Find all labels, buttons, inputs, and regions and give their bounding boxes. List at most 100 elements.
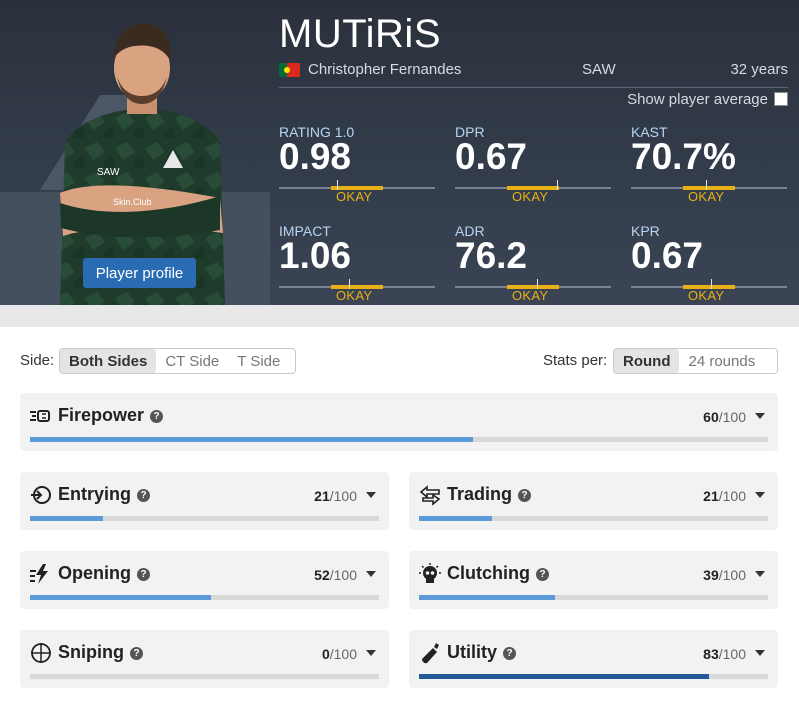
show-average-checkbox[interactable] [774, 92, 788, 106]
score-value: 21 [314, 488, 330, 504]
player-nickname: MUTiRiS [279, 12, 441, 56]
category-score: 52/100 [314, 567, 357, 583]
chevron-down-icon[interactable] [755, 571, 765, 577]
stat-value: 1.06 [279, 235, 352, 276]
help-icon[interactable]: ? [137, 489, 151, 502]
category-name: Trading [447, 484, 513, 504]
category-bar-fill [30, 516, 104, 521]
player-profile-button[interactable]: Player profile [83, 258, 196, 288]
header-divider [279, 87, 788, 88]
per-option-round[interactable]: Round [614, 349, 680, 373]
player-real-name: Christopher Fernandes [308, 61, 462, 78]
chevron-down-icon[interactable] [755, 492, 765, 498]
category-entrying[interactable]: Entrying? 21/100 [20, 472, 389, 530]
help-icon[interactable]: ? [137, 568, 150, 581]
category-utility[interactable]: Utility? 83/100 [409, 630, 778, 688]
score-max: /100 [718, 488, 746, 504]
category-score: 83/100 [703, 646, 746, 662]
stat-rating-word: OKAY [688, 189, 725, 204]
stat-value: 70.7% [631, 136, 736, 177]
score-value: 21 [703, 488, 719, 504]
category-bar-fill [30, 595, 212, 600]
help-icon[interactable]: ? [150, 410, 164, 423]
chevron-down-icon[interactable] [755, 650, 765, 656]
stat-value: 0.98 [279, 136, 352, 177]
help-icon[interactable]: ? [503, 647, 517, 660]
clutching-icon [419, 563, 441, 583]
category-name: Opening [58, 563, 131, 583]
category-title: Clutching? [447, 563, 549, 584]
stat-rating-word: OKAY [688, 288, 725, 303]
crosshair-icon [31, 643, 51, 663]
score-value: 0 [321, 646, 330, 662]
category-firepower[interactable]: Firepower? 60/100 [20, 393, 778, 451]
score-value: 52 [314, 567, 330, 583]
category-name: Utility [447, 642, 498, 662]
stat-dpr: DPR 0.67 OKAY [455, 124, 611, 219]
stat-rating-word: OKAY [336, 189, 373, 204]
category-name: Sniping [58, 642, 124, 662]
player-age: 32 years [730, 61, 788, 78]
chevron-down-icon[interactable] [366, 571, 376, 577]
jersey-sponsor-skinclub: Skin.Club [113, 197, 152, 207]
category-name: Clutching [447, 563, 530, 583]
stat-rating-word: OKAY [512, 189, 549, 204]
side-filter: Both Sides CT Side T Side [59, 348, 296, 374]
category-name: Firepower [58, 405, 145, 425]
trading-icon [419, 485, 441, 506]
jersey-sponsor-saw: SAW [97, 167, 120, 178]
category-bar [419, 516, 768, 521]
help-icon[interactable]: ? [536, 568, 549, 581]
help-icon[interactable]: ? [130, 647, 143, 660]
per-option-24-rounds[interactable]: 24 rounds [679, 349, 764, 373]
player-team[interactable]: SAW [582, 61, 616, 78]
category-title: Utility? [447, 642, 517, 663]
category-bar-fill [419, 595, 556, 600]
stat-value: 0.67 [631, 235, 704, 276]
side-option-ct[interactable]: CT Side [156, 349, 228, 373]
help-icon[interactable]: ? [518, 489, 532, 502]
score-value: 83 [703, 646, 719, 662]
side-option-both[interactable]: Both Sides [60, 349, 157, 373]
utility-icon [422, 643, 439, 664]
category-title: Entrying? [58, 484, 151, 505]
category-score: 39/100 [703, 567, 746, 583]
category-name: Entrying [58, 484, 132, 504]
stat-value: 76.2 [455, 235, 528, 276]
category-score: 21/100 [703, 488, 746, 504]
stat-kast: KAST 70.7% OKAY [631, 124, 787, 219]
category-bar [30, 595, 379, 600]
opening-icon [30, 564, 48, 584]
stat-rating-word: OKAY [512, 288, 549, 303]
section-gap [0, 305, 799, 327]
side-option-t[interactable]: T Side [228, 349, 289, 373]
chevron-down-icon[interactable] [366, 492, 376, 498]
score-value: 60 [703, 409, 719, 425]
category-score: 0/100 [322, 646, 357, 662]
category-title: Firepower? [58, 405, 164, 426]
stat-value: 0.67 [455, 136, 528, 177]
stats-per-label: Stats per: [543, 352, 608, 369]
category-clutching[interactable]: Clutching? 39/100 [409, 551, 778, 609]
chevron-down-icon[interactable] [755, 413, 765, 419]
chevron-down-icon[interactable] [366, 650, 376, 656]
firepower-icon [30, 410, 50, 422]
category-opening[interactable]: Opening? 52/100 [20, 551, 389, 609]
category-trading[interactable]: Trading? 21/100 [409, 472, 778, 530]
score-max: /100 [329, 646, 357, 662]
entrying-icon [31, 486, 51, 504]
stat-rating: RATING 1.0 0.98 OKAY [279, 124, 435, 219]
stats-page: SAW Skin.Club Player profile MUTiRiS Chr… [0, 0, 799, 706]
stats-per-filter: Round 24 rounds [613, 348, 778, 374]
stat-rating-word: OKAY [336, 288, 373, 303]
category-sniping[interactable]: Sniping? 0/100 [20, 630, 389, 688]
portugal-flag-icon [279, 63, 300, 77]
score-max: /100 [718, 646, 746, 662]
category-bar [30, 437, 768, 442]
category-bar-fill [30, 437, 473, 442]
category-bar [419, 595, 768, 600]
score-value: 39 [703, 567, 719, 583]
player-header: SAW Skin.Club Player profile MUTiRiS Chr… [0, 0, 799, 305]
score-max: /100 [718, 409, 746, 425]
stat-impact: IMPACT 1.06 OKAY [279, 223, 435, 305]
